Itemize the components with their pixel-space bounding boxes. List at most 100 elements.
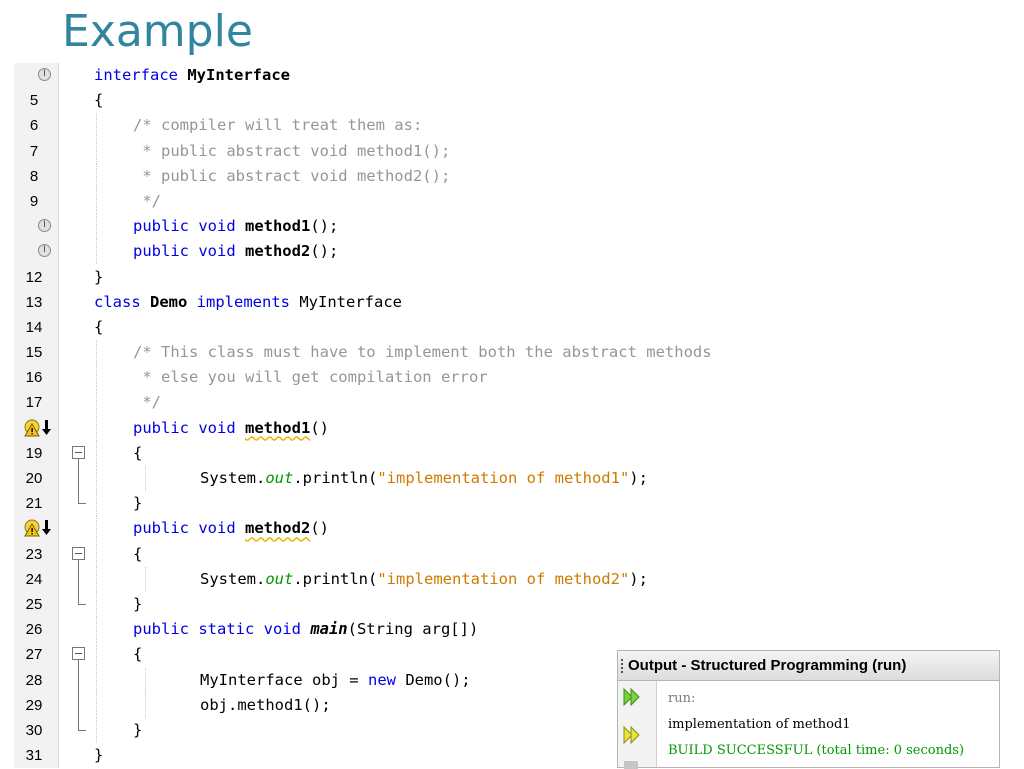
interface-icon[interactable]: I bbox=[38, 68, 51, 81]
indent-guide bbox=[96, 138, 97, 164]
line-number: 14 bbox=[25, 318, 43, 336]
indent-guide bbox=[96, 188, 97, 214]
code-token: } bbox=[133, 594, 143, 613]
code-line[interactable]: 25} bbox=[14, 591, 1024, 617]
code-token: { bbox=[133, 544, 143, 563]
indent-guide bbox=[96, 642, 97, 668]
code-line[interactable]: 20 System.out.println("implementation of … bbox=[14, 466, 1024, 492]
code-line[interactable]: 19 { bbox=[14, 440, 1024, 466]
code-line[interactable]: 5{ bbox=[14, 88, 1024, 113]
indent-guide bbox=[96, 591, 97, 617]
code-line[interactable]: 13 class Demo implements MyInterface bbox=[14, 290, 1024, 315]
line-number: 20 bbox=[25, 470, 43, 487]
code-line[interactable]: 7 * public abstract void method1(); bbox=[14, 138, 1024, 164]
code-text: public void method2(); bbox=[133, 239, 338, 264]
code-line[interactable]: Iinterface MyInterface bbox=[14, 63, 1024, 88]
code-text: { bbox=[94, 315, 103, 340]
code-text: obj.method1(); bbox=[200, 693, 331, 718]
output-line-build-status: BUILD SUCCESSFUL (total time: 0 seconds) bbox=[668, 743, 965, 758]
rerun-with-args-icon[interactable] bbox=[622, 725, 642, 745]
code-line[interactable]: public void method2() bbox=[14, 516, 1024, 542]
indent-guide bbox=[145, 566, 146, 592]
code-token: } bbox=[94, 267, 104, 286]
code-text: public void method2() bbox=[133, 516, 329, 541]
code-line[interactable]: public void method1() bbox=[14, 415, 1024, 441]
code-token: * else you will get compilation error bbox=[133, 368, 488, 387]
code-line[interactable]: 23 { bbox=[14, 541, 1024, 567]
line-number: 23 bbox=[25, 545, 43, 563]
code-token: "implementation of method1" bbox=[377, 469, 630, 487]
code-text: } bbox=[94, 265, 103, 290]
line-number: 15 bbox=[25, 344, 43, 362]
indent-guide bbox=[96, 415, 97, 441]
fold-guide bbox=[78, 717, 79, 730]
implements-warning-icon[interactable] bbox=[24, 519, 54, 537]
code-line[interactable]: 17 */ bbox=[14, 390, 1024, 416]
fold-guide bbox=[78, 667, 79, 693]
indent-guide bbox=[96, 717, 97, 743]
implements-warning-icon[interactable] bbox=[24, 419, 54, 437]
line-number: 19 bbox=[25, 444, 43, 462]
code-token: method2 bbox=[244, 242, 311, 261]
code-token: "implementation of method2" bbox=[377, 569, 630, 588]
code-token: () bbox=[310, 418, 329, 437]
line-number: 30 bbox=[25, 721, 43, 739]
code-token: */ bbox=[133, 191, 161, 210]
code-text: System.out.println("implementation of me… bbox=[200, 567, 648, 592]
code-text: class Demo implements MyInterface bbox=[94, 290, 402, 315]
code-text: } bbox=[94, 743, 103, 768]
code-token: MyInterface bbox=[299, 292, 402, 311]
code-token: /* compiler will treat them as: bbox=[133, 116, 423, 135]
code-line[interactable]: 8 * public abstract void method2(); bbox=[14, 163, 1024, 189]
code-text: System.out.println("implementation of me… bbox=[200, 466, 648, 491]
line-number: 13 bbox=[25, 293, 43, 311]
code-line[interactable]: Ipublic void method2(); bbox=[14, 239, 1024, 265]
line-number: 12 bbox=[25, 268, 43, 286]
code-line[interactable]: 21} bbox=[14, 491, 1024, 517]
fold-guide bbox=[78, 491, 79, 504]
code-token: interface bbox=[94, 66, 188, 84]
code-token: MyInterface obj = bbox=[200, 670, 368, 689]
code-token: ); bbox=[629, 569, 648, 588]
code-line[interactable]: 16 * else you will get compilation error bbox=[14, 365, 1024, 391]
output-toolbar bbox=[618, 681, 657, 769]
rerun-icon[interactable] bbox=[622, 687, 642, 707]
indent-guide bbox=[96, 516, 97, 542]
code-text: } bbox=[133, 718, 142, 743]
code-token: .println( bbox=[293, 569, 378, 588]
line-number: 24 bbox=[25, 570, 43, 588]
line-number: 31 bbox=[25, 747, 43, 765]
code-line[interactable]: 26 public static void main(String arg[]) bbox=[14, 617, 1024, 643]
code-token: /* This class must have to implement bot… bbox=[133, 343, 712, 362]
code-text: public void method1() bbox=[133, 416, 329, 441]
line-number: 27 bbox=[25, 646, 43, 664]
line-number: 29 bbox=[25, 696, 43, 714]
code-text: { bbox=[133, 642, 142, 667]
code-line[interactable]: 24 System.out.println("implementation of … bbox=[14, 566, 1024, 592]
code-token: method2 bbox=[244, 519, 311, 538]
output-window-title[interactable]: Output - Structured Programming (run) bbox=[618, 651, 999, 681]
output-window[interactable]: Output - Structured Programming (run) ru… bbox=[617, 650, 1000, 769]
indent-guide bbox=[96, 466, 97, 491]
code-token: obj.method1(); bbox=[200, 695, 331, 714]
code-text: */ bbox=[133, 189, 161, 214]
code-token: { bbox=[94, 317, 104, 336]
code-token: out bbox=[265, 569, 294, 588]
fold-guide bbox=[78, 566, 79, 592]
code-line[interactable]: 9 */ bbox=[14, 188, 1024, 214]
code-line[interactable]: 6 /* compiler will treat them as: bbox=[14, 113, 1024, 139]
line-number: 26 bbox=[25, 621, 43, 639]
code-token: out bbox=[265, 469, 294, 487]
code-line[interactable]: Ipublic void method1(); bbox=[14, 214, 1024, 240]
indent-guide bbox=[96, 692, 97, 718]
code-token: * public abstract void method2(); bbox=[133, 166, 451, 185]
code-line[interactable]: 14 { bbox=[14, 315, 1024, 340]
indent-guide bbox=[96, 365, 97, 391]
code-line[interactable]: 15 /* This class must have to implement b… bbox=[14, 340, 1024, 366]
code-token: .println( bbox=[293, 469, 378, 487]
code-text: public void method1(); bbox=[133, 214, 338, 239]
code-text: { bbox=[94, 88, 103, 113]
code-token: public static void bbox=[133, 620, 311, 639]
code-line[interactable]: 12} bbox=[14, 265, 1024, 290]
line-number: 21 bbox=[25, 495, 43, 513]
